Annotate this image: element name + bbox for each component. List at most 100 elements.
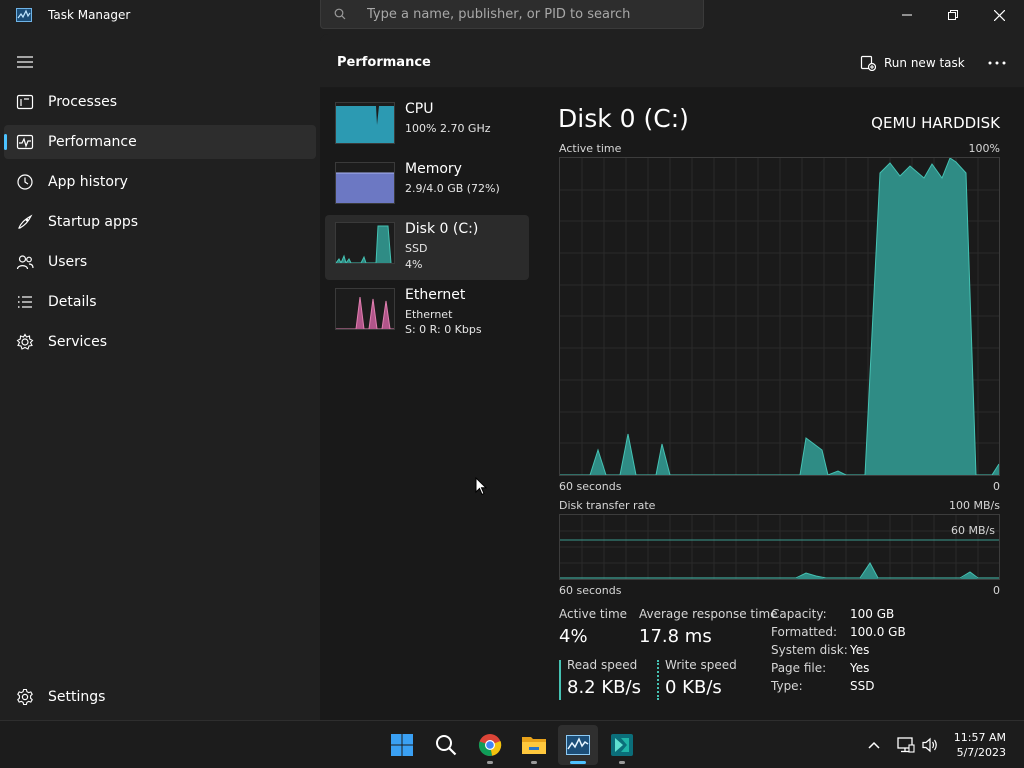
device-detail: S: 0 R: 0 Kbps	[405, 323, 482, 336]
sidebar-item-services[interactable]: Services	[4, 325, 316, 359]
active-indicator	[4, 134, 7, 150]
sidebar-item-label: Settings	[48, 689, 106, 705]
processes-icon	[16, 94, 34, 110]
running-indicator	[570, 761, 586, 764]
window-title: Task Manager	[48, 8, 131, 22]
property-value: SSD	[850, 679, 875, 693]
transfer-graph-min: 0	[993, 584, 1000, 597]
transfer-graph-label: Disk transfer rate	[559, 499, 656, 512]
taskbar-start-button[interactable]	[382, 725, 422, 765]
clock-date: 5/7/2023	[956, 746, 1006, 759]
sidebar-item-processes[interactable]: Processes	[4, 85, 316, 119]
active-time-graph-label: Active time	[559, 142, 622, 155]
property-label: Page file:	[771, 661, 827, 675]
taskbar-chrome-button[interactable]	[470, 725, 510, 765]
taskbar-file-explorer-button[interactable]	[514, 725, 554, 765]
running-indicator	[487, 761, 493, 764]
task-manager-icon	[566, 735, 590, 755]
device-item-disk[interactable]: Disk 0 (C:) SSD 4%	[325, 215, 529, 280]
volume-button[interactable]	[920, 735, 940, 755]
run-new-task-icon	[860, 55, 876, 71]
transfer-graph-max: 100 MB/s	[949, 499, 1000, 512]
property-label: Type:	[771, 679, 803, 693]
write-speed-label: Write speed	[665, 658, 737, 672]
device-item-cpu[interactable]: CPU 100% 2.70 GHz	[325, 95, 529, 160]
sidebar-item-users[interactable]: Users	[4, 245, 316, 279]
property-label: Capacity:	[771, 607, 827, 621]
search-box[interactable]	[320, 0, 704, 29]
ethernet-mini-graph	[335, 288, 395, 330]
transfer-graph-timespan: 60 seconds	[559, 584, 622, 597]
sidebar-item-label: Performance	[48, 134, 137, 150]
app-icon	[611, 734, 633, 756]
close-button[interactable]	[976, 0, 1022, 30]
details-icon	[18, 296, 32, 308]
device-item-memory[interactable]: Memory 2.9/4.0 GB (72%)	[325, 155, 529, 220]
property-value: 100 GB	[850, 607, 895, 621]
hamburger-menu-button[interactable]	[14, 52, 36, 72]
disk-model: QEMU HARDDISK	[871, 114, 1000, 132]
chrome-icon	[478, 734, 502, 756]
device-item-ethernet[interactable]: Ethernet Ethernet S: 0 R: 0 Kbps	[325, 281, 529, 346]
read-speed-label: Read speed	[567, 658, 638, 672]
sidebar-item-label: Details	[48, 294, 97, 310]
transfer-rate-graph	[559, 514, 1000, 580]
avg-response-value: 17.8 ms	[639, 626, 712, 647]
more-options-button[interactable]	[984, 52, 1010, 74]
taskbar-app-button[interactable]	[602, 725, 642, 765]
active-time-graph	[559, 157, 1000, 476]
device-name: Memory	[405, 161, 462, 177]
run-new-task-button[interactable]: Run new task	[860, 51, 965, 75]
property-value: 100.0 GB	[850, 625, 906, 639]
minimize-button[interactable]	[884, 0, 930, 30]
restore-button[interactable]	[930, 0, 976, 30]
device-name: Ethernet	[405, 287, 466, 303]
detail-title: Disk 0 (C:)	[558, 104, 689, 133]
device-detail: 4%	[405, 258, 423, 271]
running-indicator	[531, 761, 537, 764]
device-name: CPU	[405, 101, 434, 117]
avg-response-label: Average response time	[639, 607, 778, 621]
sidebar: Processes Performance App history Startu…	[0, 34, 320, 720]
taskbar-clock[interactable]: 11:57 AM 5/7/2023	[954, 730, 1006, 760]
active-time-graph-max: 100%	[968, 142, 1000, 155]
users-icon	[16, 255, 34, 270]
sidebar-item-settings[interactable]: Settings	[4, 680, 316, 714]
chevron-up-icon	[868, 741, 880, 749]
network-status-button[interactable]	[896, 735, 916, 755]
volume-icon	[922, 737, 937, 753]
search-input[interactable]	[367, 5, 687, 23]
run-new-task-label: Run new task	[884, 56, 965, 70]
taskbar-search-button[interactable]	[426, 725, 466, 765]
network-icon	[897, 737, 915, 753]
active-time-label: Active time	[559, 607, 628, 621]
task-manager-app-icon	[16, 8, 32, 22]
sidebar-item-label: Services	[48, 334, 108, 350]
transfer-graph-ref-label: 60 MB/s	[951, 524, 995, 537]
show-hidden-icons-button[interactable]	[864, 735, 884, 755]
sidebar-item-app-history[interactable]: App history	[4, 165, 316, 199]
write-speed-value: 0 KB/s	[665, 677, 722, 698]
read-speed-indicator	[559, 660, 561, 700]
services-icon	[16, 333, 34, 350]
mouse-cursor-icon	[475, 477, 487, 496]
taskbar: 11:57 AM 5/7/2023	[0, 720, 1024, 768]
device-detail: 2.9/4.0 GB (72%)	[405, 182, 500, 195]
settings-gear-icon	[17, 688, 33, 706]
active-time-graph-timespan: 60 seconds	[559, 480, 622, 493]
sidebar-item-performance[interactable]: Performance	[4, 125, 316, 159]
startup-apps-icon	[18, 214, 33, 229]
read-speed-value: 8.2 KB/s	[567, 677, 641, 698]
folder-icon	[522, 737, 546, 754]
active-time-value: 4%	[559, 626, 588, 647]
sidebar-item-details[interactable]: Details	[4, 285, 316, 319]
device-detail: 100% 2.70 GHz	[405, 122, 491, 135]
main-content: Performance Run new task CPU 100% 2.70 G…	[320, 34, 1024, 720]
hamburger-icon	[17, 56, 33, 68]
property-value: Yes	[850, 661, 870, 675]
taskbar-task-manager-button[interactable]	[558, 725, 598, 765]
main-header: Performance Run new task	[320, 34, 1024, 88]
more-options-icon	[988, 61, 1006, 65]
sidebar-item-startup-apps[interactable]: Startup apps	[4, 205, 316, 239]
title-bar: Task Manager	[0, 0, 1024, 34]
